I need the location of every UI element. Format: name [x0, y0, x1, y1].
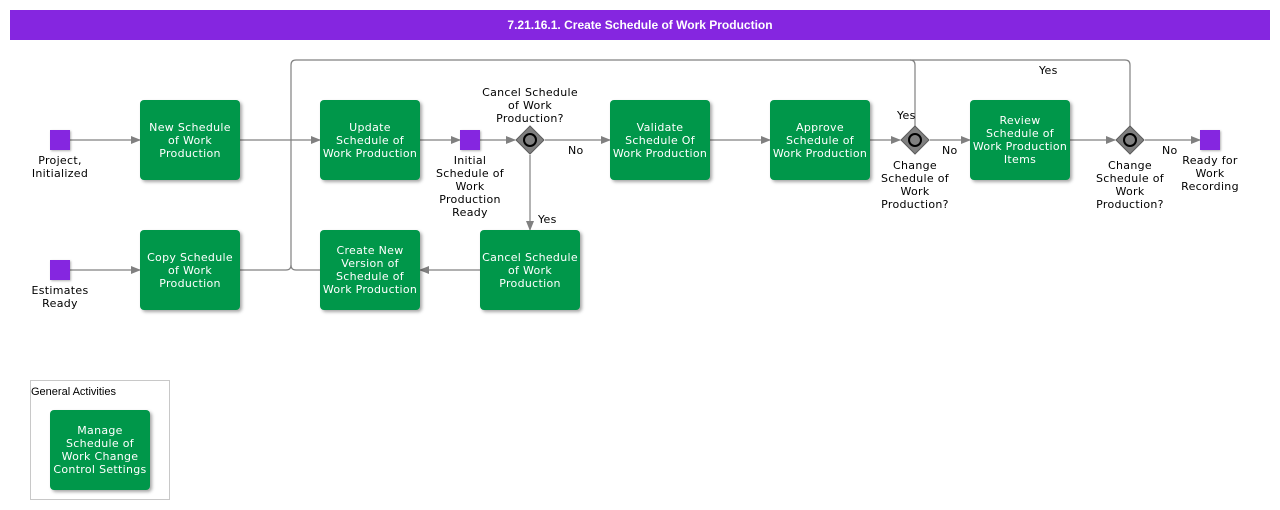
task-update-schedule[interactable]: Update Schedule of Work Production: [320, 100, 420, 180]
event-label: Initial Schedule of Work Production Read…: [436, 154, 504, 219]
task-manage-settings[interactable]: Manage Schedule of Work Change Control S…: [50, 410, 150, 490]
intermediate-event-initial-ready[interactable]: [460, 130, 480, 150]
flow-label-no: No: [1162, 144, 1178, 157]
event-label: Ready for Work Recording: [1181, 154, 1239, 193]
task-create-new-version[interactable]: Create New Version of Schedule of Work P…: [320, 230, 420, 310]
start-event-project-initialized[interactable]: [50, 130, 70, 150]
flow-version-to-merge: [290, 264, 320, 271]
flow-label-yes: Yes: [1039, 64, 1058, 77]
flow-label-yes: Yes: [538, 213, 557, 226]
task-validate-schedule[interactable]: Validate Schedule Of Work Production: [610, 100, 710, 180]
gateway-change-question-1[interactable]: [900, 125, 930, 155]
event-label: Project, Initialized: [31, 154, 89, 180]
gateway-label: Cancel Schedule of Work Production?: [482, 86, 578, 125]
flow-copy-to-merge: [240, 140, 292, 271]
gateway-cancel-question[interactable]: [515, 125, 545, 155]
task-cancel-schedule[interactable]: Cancel Schedule of Work Production: [480, 230, 580, 310]
gateway-label: Change Schedule of Work Production?: [1096, 159, 1164, 211]
task-copy-schedule[interactable]: Copy Schedule of Work Production: [140, 230, 240, 310]
task-approve-schedule[interactable]: Approve Schedule of Work Production: [770, 100, 870, 180]
flow-label-yes: Yes: [897, 109, 916, 122]
task-review-items[interactable]: Review Schedule of Work Production Items: [970, 100, 1070, 180]
gateway-label: Change Schedule of Work Production?: [881, 159, 949, 211]
flow-label-no: No: [568, 144, 584, 157]
group-title: General Activities: [31, 386, 116, 398]
gateway-change-question-2[interactable]: [1115, 125, 1145, 155]
task-new-schedule[interactable]: New Schedule of Work Production: [140, 100, 240, 180]
event-label: Estimates Ready: [31, 284, 89, 310]
end-event-ready-for-recording[interactable]: [1200, 130, 1220, 150]
start-event-estimates-ready[interactable]: [50, 260, 70, 280]
flow-label-no: No: [942, 144, 958, 157]
